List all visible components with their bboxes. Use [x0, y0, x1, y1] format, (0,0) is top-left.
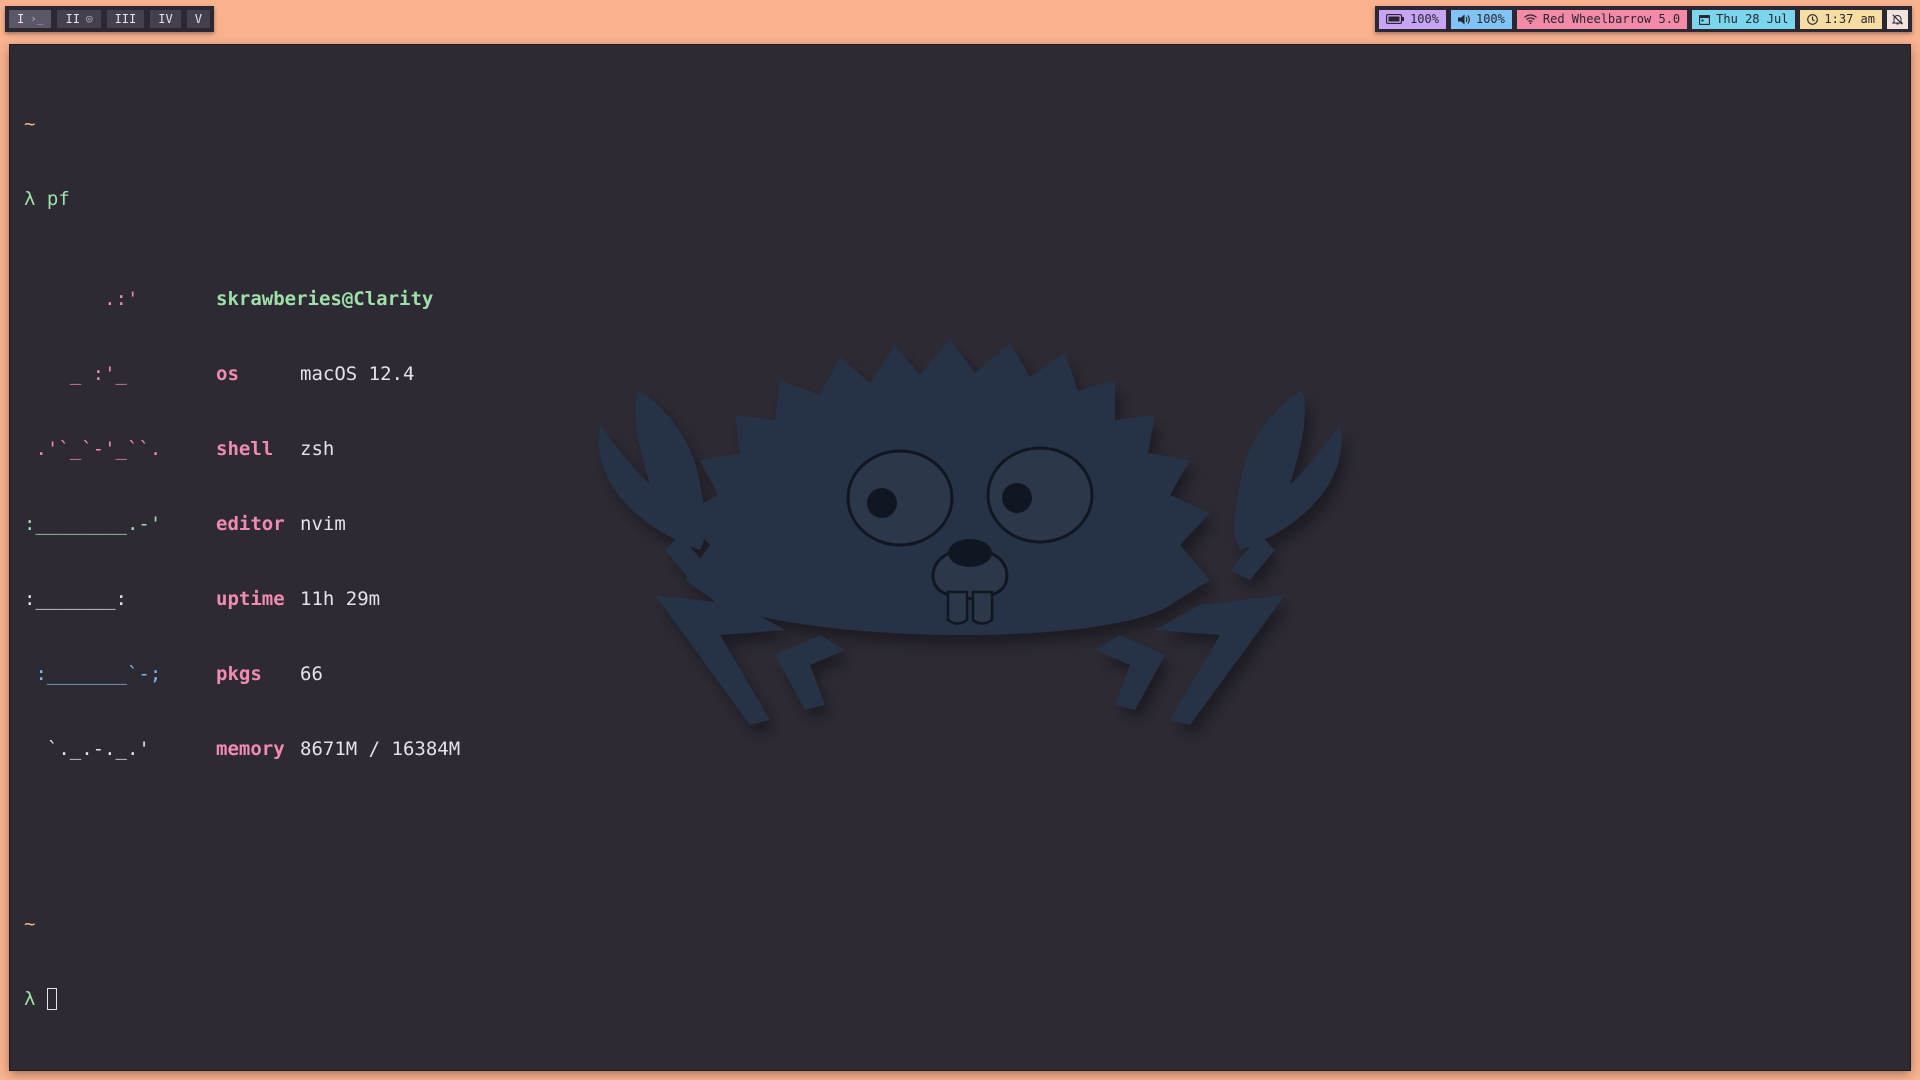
text-cursor[interactable] — [47, 988, 58, 1010]
prompt-symbol: λ — [24, 188, 36, 210]
info-key: os — [216, 363, 239, 385]
wifi-network-name: Red Wheelbarrow 5.0 — [1542, 11, 1681, 26]
workspace-label: I — [17, 12, 25, 26]
prompt-directory: ~ — [24, 913, 36, 935]
ferris-gopher-wallpaper-icon — [598, 339, 1342, 725]
info-key: editor — [216, 513, 285, 535]
battery-icon — [1386, 14, 1405, 24]
command-text: pf — [46, 188, 70, 210]
volume-status[interactable]: 100% — [1450, 9, 1512, 29]
workspace-label: III — [114, 12, 137, 26]
clock-icon — [1807, 13, 1819, 25]
workspace-5[interactable]: V — [186, 10, 210, 28]
info-value: zsh — [300, 438, 335, 460]
ascii-art-line: :_______`-; — [24, 663, 162, 685]
time-status[interactable]: 1:37 am — [1800, 9, 1882, 29]
volume-level: 100% — [1475, 11, 1505, 26]
info-key: pkgs — [216, 663, 262, 685]
battery-status[interactable]: 100% — [1379, 9, 1446, 29]
info-key: shell — [216, 438, 274, 460]
workspace-label: V — [194, 12, 202, 26]
workspace-1[interactable]: I ›_ — [9, 10, 52, 28]
volume-icon — [1457, 14, 1470, 25]
ascii-art-line: .'`_`-'_``. — [24, 438, 162, 460]
info-key: memory — [216, 738, 285, 760]
date-status[interactable]: Thu 28 Jul — [1692, 9, 1796, 29]
info-value: 8671M / 16384M — [300, 738, 461, 760]
terminal-window[interactable]: ~ λ pf .:' skrawberies@Clarity _ :'_ os … — [10, 45, 1910, 1070]
time-text: 1:37 am — [1824, 11, 1875, 26]
workspace-switcher: I ›_ II ◎ III IV V — [5, 6, 214, 32]
notification-off-icon — [1892, 13, 1903, 25]
battery-level: 100% — [1410, 11, 1439, 26]
prompt-symbol: λ — [24, 988, 36, 1010]
ascii-art-line: `._.-._.' — [24, 738, 150, 760]
calendar-icon — [1699, 14, 1711, 25]
ascii-art-line: _ :'_ — [24, 363, 127, 385]
workspace-label: IV — [158, 12, 173, 26]
terminal-output: ~ λ pf .:' skrawberies@Clarity _ :'_ os … — [24, 62, 460, 1062]
info-value: 11h 29m — [300, 588, 381, 610]
notification-toggle[interactable] — [1887, 9, 1908, 29]
workspace-4[interactable]: IV — [150, 10, 181, 28]
info-key: uptime — [216, 588, 285, 610]
info-value: 66 — [300, 663, 323, 685]
prompt-directory: ~ — [24, 113, 36, 135]
user-host: skrawberies@Clarity — [216, 288, 434, 310]
wifi-status[interactable]: Red Wheelbarrow 5.0 — [1516, 9, 1688, 29]
desktop: I ›_ II ◎ III IV V 100% 100% Red Wheelba… — [0, 0, 1920, 1080]
workspace-label: II — [65, 12, 80, 26]
info-value: nvim — [300, 513, 346, 535]
terminal-icon: ›_ — [30, 12, 44, 25]
ascii-art-line: :_______: — [24, 588, 127, 610]
workspace-2[interactable]: II ◎ — [57, 10, 101, 28]
ascii-art-line: :________.-' — [24, 513, 162, 535]
date-text: Thu 28 Jul — [1716, 11, 1789, 26]
wifi-icon — [1523, 14, 1537, 24]
info-value: macOS 12.4 — [300, 363, 415, 385]
status-bar: 100% 100% Red Wheelbarrow 5.0 Thu 28 Jul… — [1375, 6, 1912, 32]
ascii-art-line: .:' — [24, 288, 139, 310]
gamepad-icon: ◎ — [85, 12, 93, 25]
workspace-3[interactable]: III — [106, 10, 145, 28]
